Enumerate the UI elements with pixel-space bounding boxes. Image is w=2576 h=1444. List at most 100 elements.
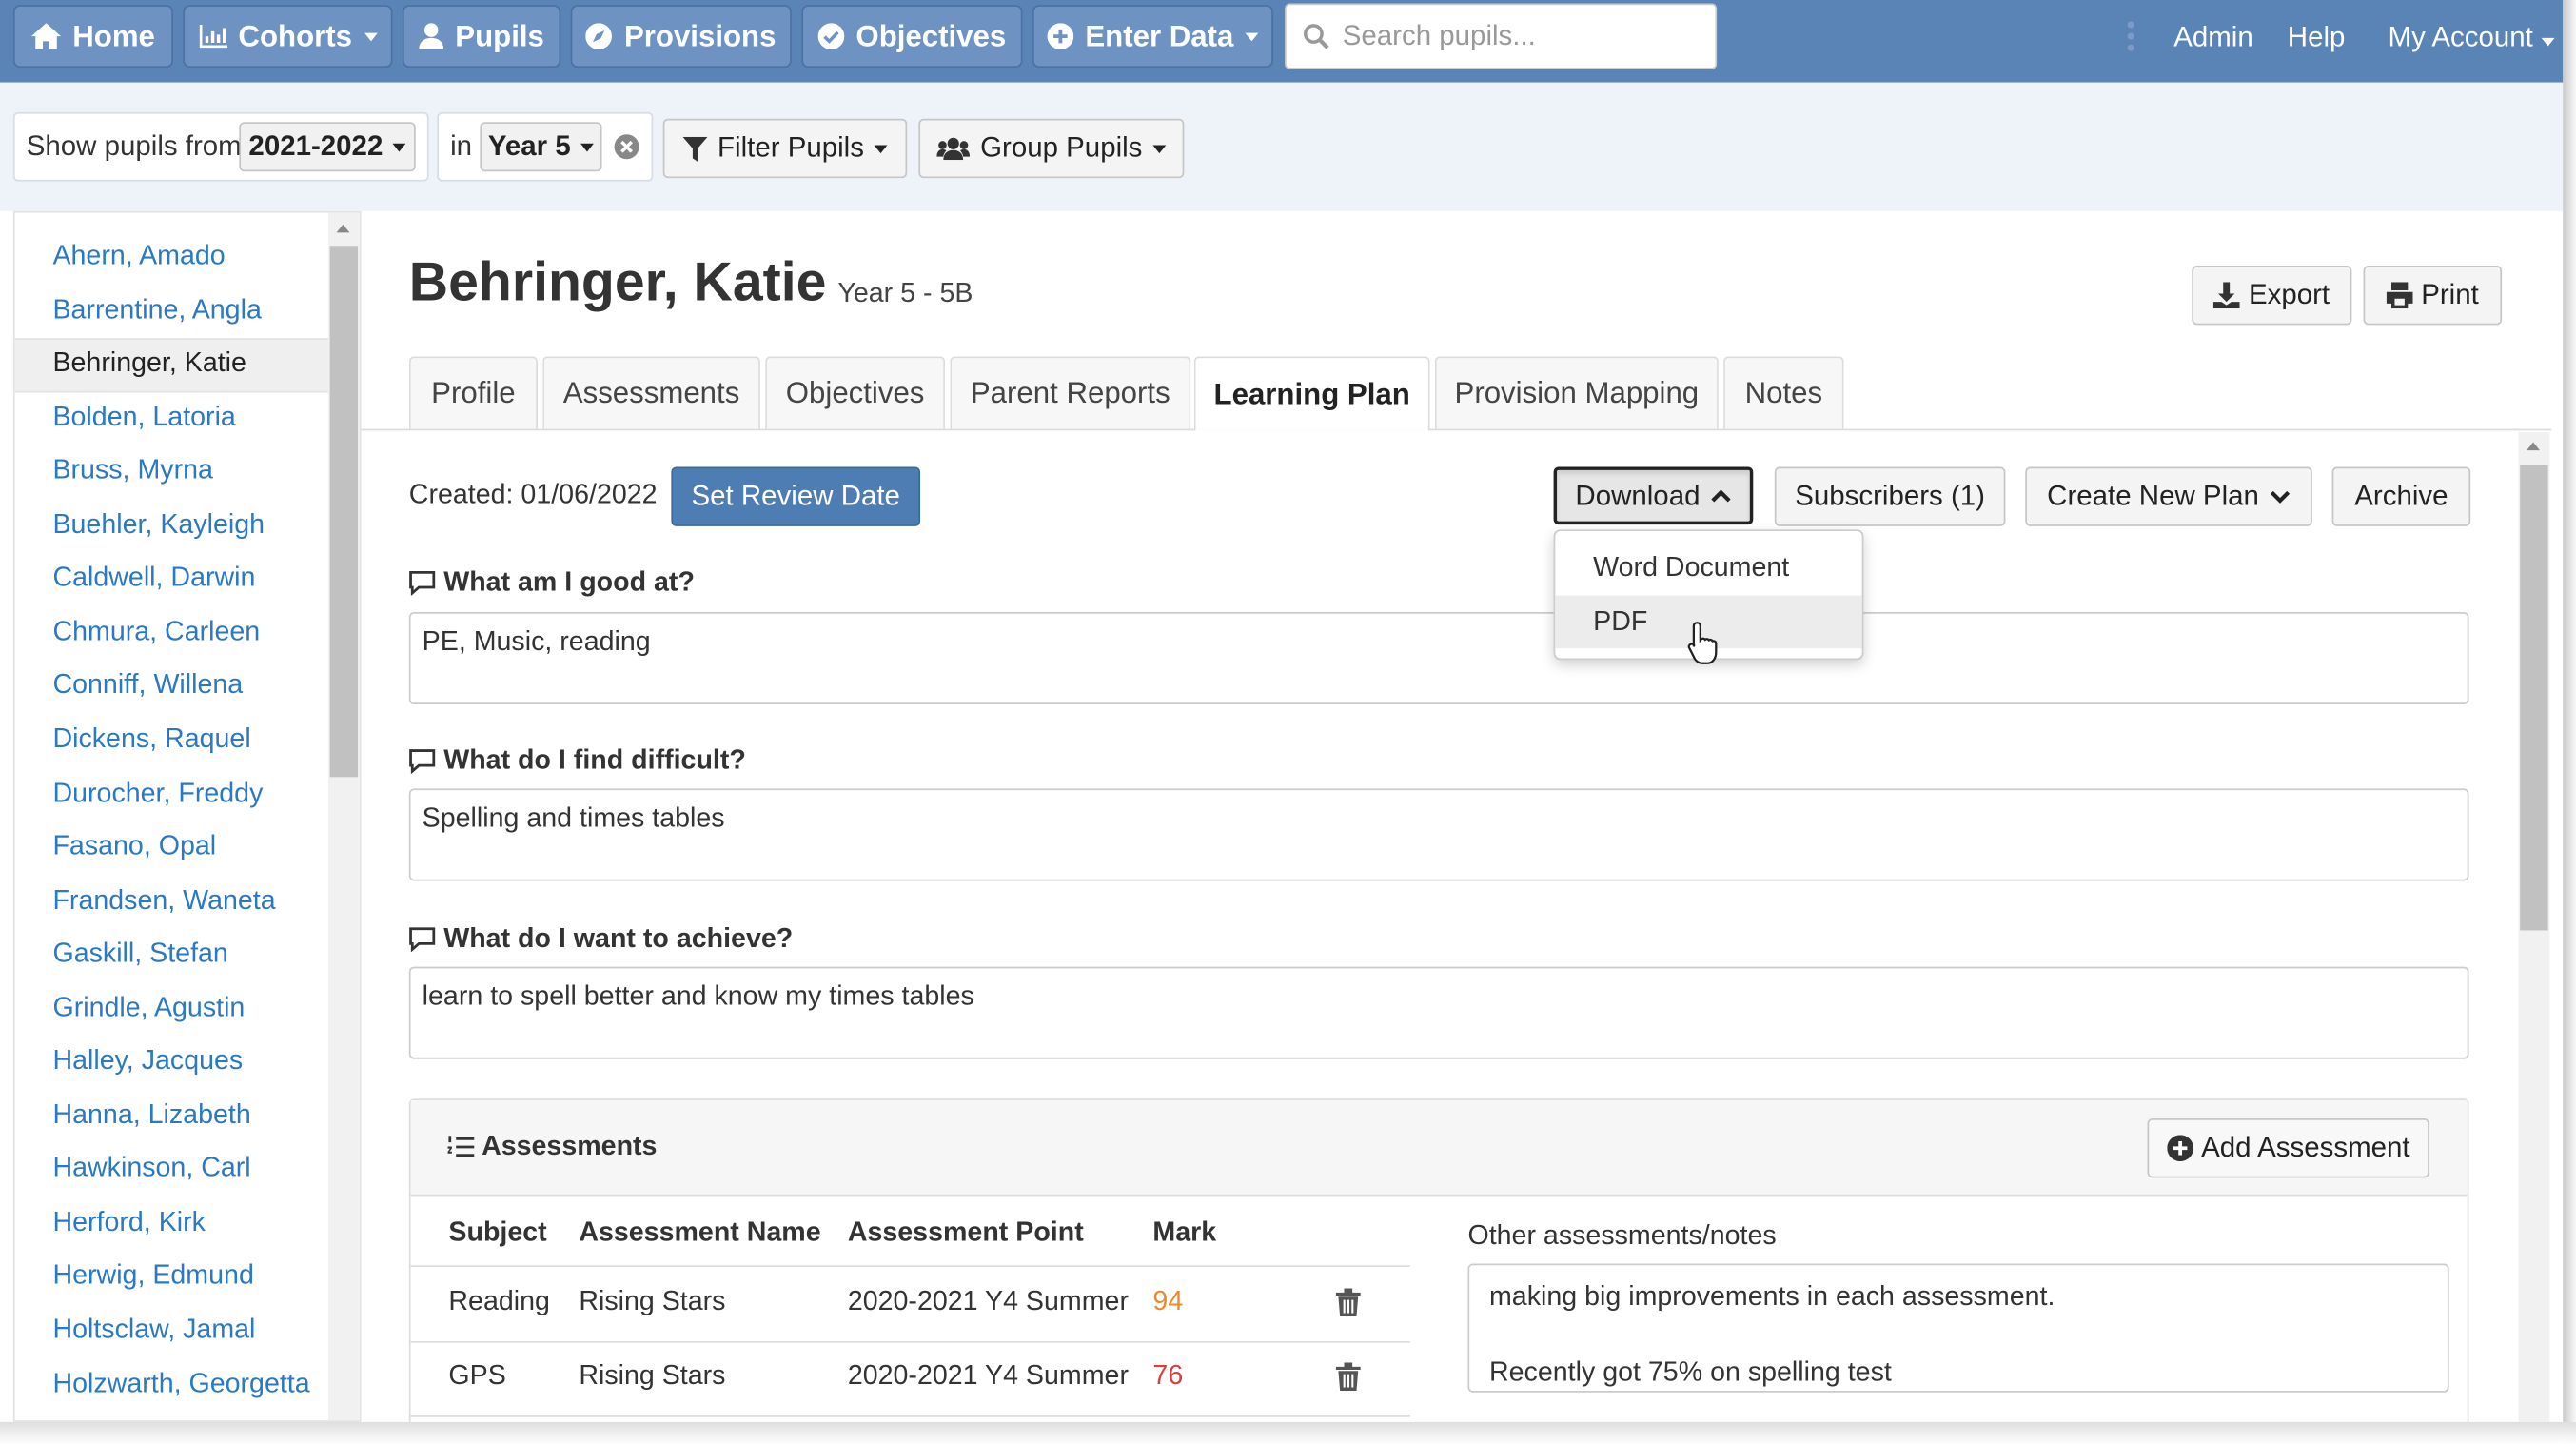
- filter-pupils-button[interactable]: Filter Pupils: [662, 118, 908, 179]
- group-pupils-button[interactable]: Group Pupils: [918, 118, 1185, 179]
- main-scrollbar[interactable]: [2518, 432, 2550, 1422]
- hand-pointer-cursor-icon: [1687, 622, 1718, 664]
- other-notes-field[interactable]: making big improvements in each assessme…: [1467, 1263, 2449, 1393]
- help-link[interactable]: Help: [2288, 22, 2346, 55]
- sidebar-item-pupil[interactable]: Herwig, Edmund: [52, 1261, 253, 1293]
- provisions-label: Provisions: [623, 18, 777, 52]
- sidebar-item-pupil[interactable]: Behringer, Katie: [52, 348, 246, 380]
- clear-filter-icon[interactable]: [614, 133, 640, 160]
- tab-parent-reports[interactable]: Parent Reports: [950, 356, 1191, 429]
- add-assessment-button[interactable]: Add Assessment: [2147, 1118, 2429, 1178]
- sidebar-item-pupil[interactable]: Bolden, Latoria: [52, 402, 235, 433]
- cohorts-button[interactable]: Cohorts: [183, 5, 393, 69]
- sidebar-item-pupil[interactable]: Fasano, Opal: [52, 832, 216, 863]
- set-review-date-button[interactable]: Set Review Date: [671, 466, 921, 526]
- menu-item-word-document[interactable]: Word Document: [1555, 541, 1861, 593]
- admin-link[interactable]: Admin: [2173, 22, 2253, 55]
- sidebar-item-pupil[interactable]: Durocher, Freddy: [52, 778, 263, 809]
- trash-icon[interactable]: [1335, 1362, 1361, 1392]
- sidebar-item-pupil[interactable]: Barrentine, Angla: [52, 294, 261, 326]
- search-icon: [1304, 24, 1329, 49]
- sidebar-item-pupil[interactable]: Dickens, Raquel: [52, 724, 250, 756]
- sidebar-item-pupil[interactable]: Frandsen, Waneta: [52, 885, 275, 917]
- scroll-up-icon[interactable]: [2527, 442, 2540, 451]
- show-pupils-label: Show pupils from: [26, 129, 242, 162]
- search-input[interactable]: Search pupils...: [1285, 3, 1718, 69]
- year-group-select[interactable]: Year 5: [480, 122, 602, 172]
- enter-data-label: Enter Data: [1085, 18, 1234, 52]
- home-icon: [30, 23, 62, 49]
- tab-learning-plan[interactable]: Learning Plan: [1193, 356, 1430, 431]
- tab-notes[interactable]: Notes: [1723, 356, 1844, 429]
- sidebar-item-pupil[interactable]: Grindle, Agustin: [52, 993, 245, 1024]
- export-button[interactable]: Export: [2192, 266, 2352, 326]
- sidebar-item-pupil[interactable]: Caldwell, Darwin: [52, 564, 255, 595]
- check-circle-icon: [817, 23, 845, 49]
- sidebar-item-pupil[interactable]: Halley, Jacques: [52, 1046, 243, 1078]
- enter-data-button[interactable]: Enter Data: [1032, 5, 1273, 69]
- question-text: What do I find difficult?: [443, 745, 746, 776]
- download-button[interactable]: Download: [1553, 466, 1754, 525]
- user-icon: [419, 23, 444, 49]
- year-range-select[interactable]: 2021-2022: [239, 122, 416, 172]
- subscribers-button[interactable]: Subscribers (1): [1774, 466, 2006, 526]
- create-new-plan-button[interactable]: Create New Plan: [2025, 466, 2312, 526]
- comment-icon: [409, 927, 436, 952]
- assessments-panel-header: Assessments Add Assessment: [410, 1099, 2468, 1197]
- tab-label: Assessments: [562, 376, 740, 409]
- tab-provision-mapping[interactable]: Provision Mapping: [1434, 356, 1719, 429]
- chevron-up-icon: [1711, 489, 1731, 503]
- objectives-button[interactable]: Objectives: [801, 5, 1023, 69]
- filter-pupils-label: Filter Pupils: [718, 131, 864, 164]
- answer-field-achieve[interactable]: learn to spell better and know my times …: [408, 966, 2469, 1059]
- window-shadow-bottom: [0, 1421, 2576, 1444]
- cell-assessment-point: 2020-2021 Y4 Summer: [847, 1286, 1129, 1317]
- top-navbar: Home Cohorts Pupils Provisions Objective…: [0, 0, 2564, 83]
- sidebar-item-pupil[interactable]: Bruss, Myrna: [52, 456, 212, 487]
- sidebar-item-pupil[interactable]: Ahern, Amado: [52, 241, 225, 272]
- my-account-link[interactable]: My Account: [2389, 22, 2554, 55]
- search-placeholder: Search pupils...: [1342, 19, 1536, 51]
- provisions-button[interactable]: Provisions: [570, 5, 792, 69]
- comment-icon: [409, 570, 436, 596]
- home-button[interactable]: Home: [12, 5, 173, 69]
- chevron-down-icon: [1245, 31, 1259, 41]
- sidebar-item-pupil[interactable]: Holtsclaw, Jamal: [52, 1315, 255, 1346]
- filter-icon: [682, 135, 708, 161]
- sidebar-scroll-thumb[interactable]: [329, 246, 359, 778]
- chevron-down-icon: [2270, 489, 2290, 504]
- create-new-plan-label: Create New Plan: [2047, 480, 2259, 512]
- tab-profile[interactable]: Profile: [408, 356, 538, 429]
- sidebar-item-pupil[interactable]: Hanna, Lizabeth: [52, 1100, 250, 1132]
- tab-objectives[interactable]: Objectives: [765, 356, 946, 429]
- sidebar-item-pupil[interactable]: Conniff, Willena: [52, 670, 243, 702]
- sidebar-item-pupil[interactable]: Holzwarth, Georgetta: [52, 1369, 309, 1400]
- sidebar-item-pupil[interactable]: Buehler, Kayleigh: [52, 509, 265, 541]
- answer-field-difficult[interactable]: Spelling and times tables: [408, 788, 2469, 881]
- sidebar-item-pupil[interactable]: Gaskill, Stefan: [52, 939, 227, 970]
- tab-assessments[interactable]: Assessments: [542, 356, 760, 429]
- sidebar-item-pupil[interactable]: Chmura, Carleen: [52, 617, 260, 648]
- chevron-down-icon: [392, 142, 406, 151]
- print-label: Print: [2421, 278, 2479, 310]
- filter-bar: Show pupils from 2021-2022 in Year 5 Fil…: [0, 82, 2564, 211]
- download-icon: [2213, 282, 2241, 309]
- archive-button[interactable]: Archive: [2331, 466, 2471, 526]
- column-header-assessment-name: Assessment Name: [579, 1217, 821, 1248]
- notes-blank-line: [1489, 1316, 2428, 1355]
- sidebar-item-pupil[interactable]: Hawkinson, Carl: [52, 1154, 250, 1185]
- print-button[interactable]: Print: [2363, 266, 2503, 326]
- table-divider: [410, 1265, 1410, 1268]
- pupils-button[interactable]: Pupils: [402, 5, 561, 69]
- main-scroll-thumb[interactable]: [2520, 465, 2548, 931]
- sidebar-item-pupil[interactable]: Herford, Kirk: [52, 1207, 206, 1238]
- pupil-list-sidebar: Ahern, Amado Barrentine, Angla Behringer, …: [12, 210, 362, 1422]
- scroll-up-icon[interactable]: [336, 224, 350, 233]
- tab-label: Objectives: [785, 376, 925, 409]
- pupils-label: Pupils: [455, 18, 544, 52]
- sidebar-scrollbar[interactable]: [327, 212, 360, 1421]
- trash-icon[interactable]: [1335, 1288, 1361, 1317]
- answer-field-good-at[interactable]: PE, Music, reading: [408, 611, 2469, 705]
- chevron-down-icon: [1151, 144, 1166, 153]
- year-group-value: Year 5: [487, 129, 571, 162]
